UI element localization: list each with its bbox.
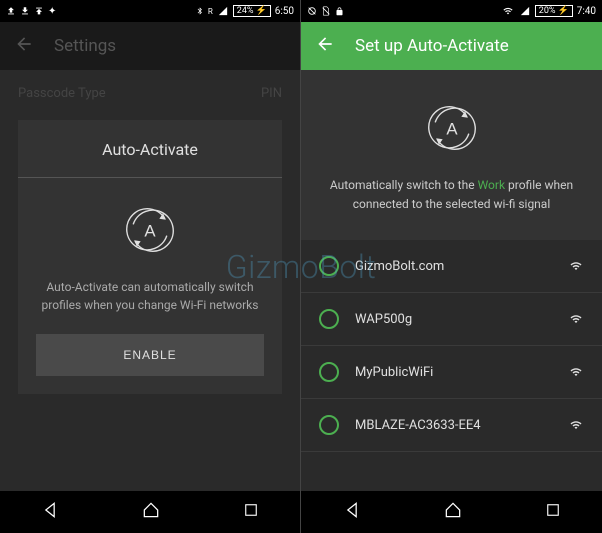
phone-right: 20% ⚡ 7:40 Set up Auto-Activate A — [301, 0, 602, 533]
signal-icon — [217, 6, 229, 16]
battery-percent: 24% — [237, 6, 254, 16]
wifi-name: GizmoBolt.com — [355, 259, 552, 274]
radio-icon — [319, 309, 339, 329]
phone-left: ✦ R 24% ⚡ 6:50 Settings Passcode Type PI… — [0, 0, 301, 533]
clock: 7:40 — [577, 6, 596, 17]
radio-icon — [319, 415, 339, 435]
app-icon: ✦ — [48, 6, 56, 17]
radio-icon — [319, 362, 339, 382]
enable-button[interactable]: ENABLE — [36, 334, 264, 376]
roaming-icon: R — [208, 7, 213, 16]
wifi-item[interactable]: WAP500g — [301, 293, 602, 346]
navbar-left — [0, 491, 300, 533]
wifi-item[interactable]: GizmoBolt.com — [301, 240, 602, 293]
passcode-value: PIN — [261, 86, 282, 101]
card-title: Auto-Activate — [18, 120, 282, 178]
statusbar-right: 20% ⚡ 7:40 — [301, 0, 602, 22]
share-icon — [34, 6, 44, 16]
wifi-icon — [501, 6, 515, 16]
page-title: Settings — [54, 36, 116, 56]
battery-percent: 20% — [539, 6, 556, 16]
back-icon[interactable] — [315, 34, 335, 58]
wifi-item[interactable]: MyPublicWiFi — [301, 346, 602, 399]
wifi-signal-icon — [568, 416, 584, 435]
upload-icon — [6, 6, 16, 16]
battery-indicator: 24% ⚡ — [233, 5, 271, 17]
battery-indicator: 20% ⚡ — [535, 5, 573, 17]
wifi-signal-icon — [568, 257, 584, 276]
passcode-row: Passcode Type PIN — [0, 70, 300, 117]
bluetooth-icon — [196, 5, 204, 17]
lock-icon — [335, 6, 344, 17]
hero-description: Automatically switch to the Work profile… — [325, 176, 578, 214]
auto-activate-card: Auto-Activate A Auto-Activate can automa… — [18, 120, 282, 394]
card-description: Auto-Activate can automatically switch p… — [36, 278, 264, 314]
hero-section: A Automatically switch to the Work profi… — [301, 70, 602, 240]
nav-home[interactable] — [443, 500, 463, 524]
wifi-name: WAP500g — [355, 312, 552, 327]
hero-profile: Work — [478, 178, 505, 192]
hero-prefix: Automatically switch to the — [330, 178, 478, 192]
passcode-label: Passcode Type — [18, 86, 106, 101]
wifi-name: MyPublicWiFi — [355, 365, 552, 380]
content-left: Passcode Type PIN Auto-Activate A Auto-A… — [0, 70, 300, 491]
nav-recent[interactable] — [544, 501, 562, 523]
wifi-signal-icon — [568, 310, 584, 329]
nav-back[interactable] — [342, 500, 362, 524]
no-sim-icon — [321, 6, 331, 16]
wifi-name: MBLAZE-AC3633-EE4 — [355, 418, 552, 433]
content-right: A Automatically switch to the Work profi… — [301, 70, 602, 491]
appbar-right: Set up Auto-Activate — [301, 22, 602, 70]
signal-icon — [519, 6, 531, 16]
navbar-right — [301, 491, 602, 533]
nav-recent[interactable] — [242, 501, 260, 523]
radio-icon — [319, 256, 339, 276]
statusbar-left: ✦ R 24% ⚡ 6:50 — [0, 0, 300, 22]
nav-home[interactable] — [141, 500, 161, 524]
nav-back[interactable] — [40, 500, 60, 524]
wifi-list: GizmoBolt.com WAP500g MyPublicWiFi — [301, 240, 602, 452]
auto-activate-icon: A — [36, 202, 264, 258]
page-title: Set up Auto-Activate — [355, 36, 509, 56]
wifi-signal-icon — [568, 363, 584, 382]
auto-activate-icon: A — [325, 100, 578, 156]
appbar-left: Settings — [0, 22, 300, 70]
no-location-icon — [307, 6, 317, 16]
back-icon[interactable] — [14, 34, 34, 58]
download-icon — [20, 6, 30, 16]
clock: 6:50 — [275, 6, 294, 17]
wifi-item[interactable]: MBLAZE-AC3633-EE4 — [301, 399, 602, 452]
svg-text:A: A — [144, 222, 156, 241]
svg-text:A: A — [446, 120, 458, 139]
